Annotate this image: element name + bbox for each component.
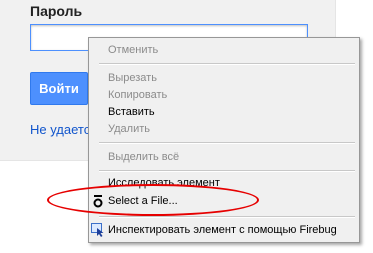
menu-item-paste[interactable]: Вставить (89, 104, 359, 121)
menu-separator (99, 63, 355, 65)
file-picker-icon (91, 194, 105, 208)
menu-item-select-all[interactable]: Выделить всё (89, 149, 359, 166)
menu-separator (99, 142, 355, 144)
menu-item-cut[interactable]: Вырезать (89, 70, 359, 87)
menu-item-delete[interactable]: Удалить (89, 121, 359, 138)
firebug-inspect-icon (91, 223, 105, 237)
menu-item-copy[interactable]: Копировать (89, 87, 359, 104)
context-menu: Отменить Вырезать Копировать Вставить Уд… (88, 37, 360, 243)
menu-separator (99, 170, 355, 172)
password-label: Пароль (30, 3, 83, 19)
menu-item-firebug-inspect[interactable]: Инспектировать элемент с помощью Firebug (89, 222, 359, 239)
login-button[interactable]: Войти (30, 72, 88, 105)
menu-item-undo[interactable]: Отменить (89, 42, 359, 59)
menu-item-label: Select a File... (108, 195, 178, 207)
menu-item-label: Инспектировать элемент с помощью Firebug (108, 224, 337, 236)
menu-item-inspect-element[interactable]: Исследовать элемент (89, 175, 359, 192)
menu-separator (99, 216, 355, 218)
menu-item-select-file[interactable]: Select a File... (89, 193, 359, 210)
